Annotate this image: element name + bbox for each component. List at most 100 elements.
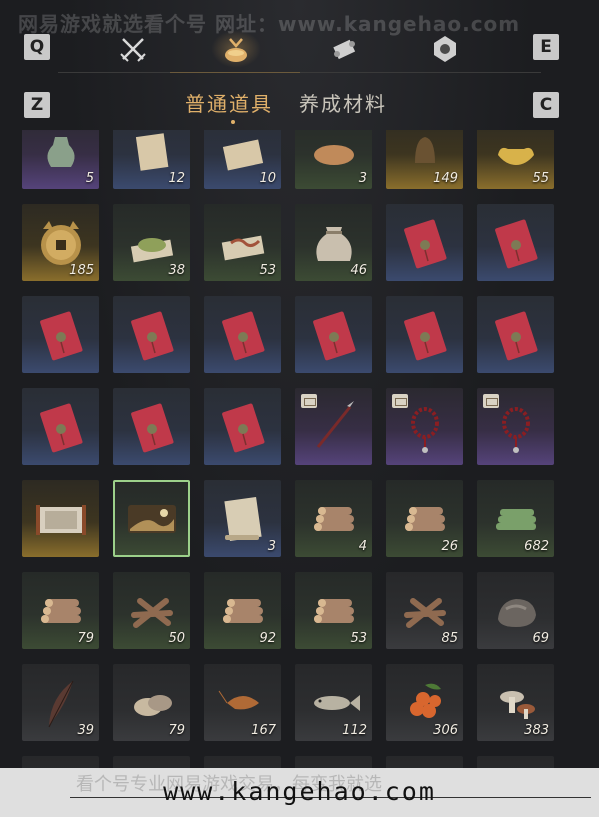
key-c[interactable]: C	[533, 92, 559, 118]
inventory-slot[interactable]: 92	[204, 572, 281, 649]
item-quantity: 26	[441, 539, 458, 554]
inventory-slot[interactable]	[386, 388, 463, 465]
item-quantity: 69	[532, 631, 549, 646]
inventory-slot[interactable]: 26	[386, 480, 463, 557]
red-envelope-icon	[477, 204, 554, 281]
active-tab-indicator	[231, 120, 235, 124]
inventory-slot[interactable]: 39	[22, 664, 99, 741]
item-quantity: 55	[532, 171, 549, 186]
inventory-slot[interactable]: 79	[22, 572, 99, 649]
item-quantity: 39	[77, 723, 94, 738]
item-quantity: 92	[259, 631, 276, 646]
inventory-slot[interactable]	[477, 388, 554, 465]
item-quantity: 85	[441, 631, 458, 646]
inventory-panel: 5 12 10 3 149 55 185 38 53 46 3 4 26 682 79 50 92 53 85 69 3…	[0, 130, 599, 770]
scroll-icon[interactable]	[327, 32, 361, 66]
red-envelope-icon	[22, 296, 99, 373]
key-q[interactable]: Q	[24, 34, 50, 60]
token-icon[interactable]	[428, 32, 462, 66]
item-quantity: 3	[267, 539, 276, 554]
inventory-slot[interactable]: 5	[22, 130, 99, 189]
inventory-slot[interactable]	[295, 388, 372, 465]
item-quantity: 53	[350, 631, 367, 646]
inventory-slot[interactable]: 38	[113, 204, 190, 281]
inventory-slot[interactable]	[477, 296, 554, 373]
inventory-slot[interactable]: 306	[386, 664, 463, 741]
inventory-slot[interactable]	[113, 296, 190, 373]
item-quantity: 5	[85, 171, 94, 186]
shrine-badge-icon	[301, 394, 317, 408]
inventory-slot[interactable]: 53	[295, 572, 372, 649]
item-quantity: 79	[77, 631, 94, 646]
inventory-slot[interactable]: 12	[113, 130, 190, 189]
item-quantity: 46	[350, 263, 367, 278]
item-quantity: 38	[168, 263, 185, 278]
key-e[interactable]: E	[533, 34, 559, 60]
inventory-slot[interactable]	[477, 204, 554, 281]
inventory-slot[interactable]: 50	[113, 572, 190, 649]
item-quantity: 4	[358, 539, 367, 554]
inventory-slot[interactable]: 3	[295, 130, 372, 189]
inventory-slot[interactable]: 383	[477, 664, 554, 741]
toolbar-active-underline	[170, 72, 300, 73]
item-quantity: 10	[259, 171, 276, 186]
crossed-swords-icon[interactable]	[116, 32, 150, 66]
item-quantity: 79	[168, 723, 185, 738]
inventory-slot[interactable]: 69	[477, 572, 554, 649]
inventory-slot[interactable]: 149	[386, 130, 463, 189]
inventory-slot[interactable]	[113, 388, 190, 465]
inventory-slot[interactable]	[204, 388, 281, 465]
item-quantity: 3	[358, 171, 367, 186]
painting-scroll-icon	[22, 480, 99, 557]
red-envelope-icon	[477, 296, 554, 373]
money-bag-icon[interactable]	[211, 30, 261, 68]
inventory-slot[interactable]: 79	[113, 664, 190, 741]
inventory-slot[interactable]: 3	[204, 480, 281, 557]
category-toolbar: Q E	[0, 30, 599, 68]
item-quantity: 149	[433, 171, 458, 186]
inventory-slot[interactable]: 53	[204, 204, 281, 281]
item-quantity: 12	[168, 171, 185, 186]
inventory-slot[interactable]: 112	[295, 664, 372, 741]
inventory-slot[interactable]	[22, 480, 99, 557]
red-envelope-icon	[22, 388, 99, 465]
inventory-slot[interactable]	[386, 296, 463, 373]
item-quantity: 53	[259, 263, 276, 278]
item-quantity: 682	[524, 539, 549, 554]
red-envelope-icon	[204, 296, 281, 373]
inventory-slot[interactable]	[386, 204, 463, 281]
inventory-slot[interactable]	[22, 296, 99, 373]
inventory-slot[interactable]: 167	[204, 664, 281, 741]
key-z[interactable]: Z	[24, 92, 50, 118]
red-envelope-icon	[204, 388, 281, 465]
inventory-slot[interactable]: 4	[295, 480, 372, 557]
inventory-slot[interactable]: 185	[22, 204, 99, 281]
landscape-painting-icon	[113, 480, 190, 557]
red-envelope-icon	[386, 204, 463, 281]
subtab-bar: Z 普通道具 养成材料 C	[0, 88, 599, 120]
item-quantity: 306	[433, 723, 458, 738]
inventory-slot[interactable]: 46	[295, 204, 372, 281]
tab-cultivation-materials[interactable]: 养成材料	[299, 88, 387, 117]
inventory-slot[interactable]: 85	[386, 572, 463, 649]
item-quantity: 50	[168, 631, 185, 646]
inventory-slot[interactable]: 682	[477, 480, 554, 557]
tab-common-items[interactable]: 普通道具	[185, 88, 273, 117]
inventory-slot[interactable]: 55	[477, 130, 554, 189]
red-envelope-icon	[295, 296, 372, 373]
item-quantity: 167	[251, 723, 276, 738]
inventory-slot[interactable]: 10	[204, 130, 281, 189]
inventory-slot[interactable]	[295, 296, 372, 373]
inventory-slot[interactable]	[22, 388, 99, 465]
red-envelope-icon	[113, 388, 190, 465]
item-quantity: 112	[342, 723, 367, 738]
inventory-grid: 5 12 10 3 149 55 185 38 53 46 3 4 26 682 79 50 92 53 85 69 3…	[22, 130, 554, 770]
item-quantity: 185	[69, 263, 94, 278]
watermark-url: www.kangehao.com	[163, 777, 436, 806]
inventory-slot[interactable]	[113, 480, 190, 557]
item-quantity: 383	[524, 723, 549, 738]
shrine-badge-icon	[483, 394, 499, 408]
red-envelope-icon	[113, 296, 190, 373]
red-envelope-icon	[386, 296, 463, 373]
inventory-slot[interactable]	[204, 296, 281, 373]
